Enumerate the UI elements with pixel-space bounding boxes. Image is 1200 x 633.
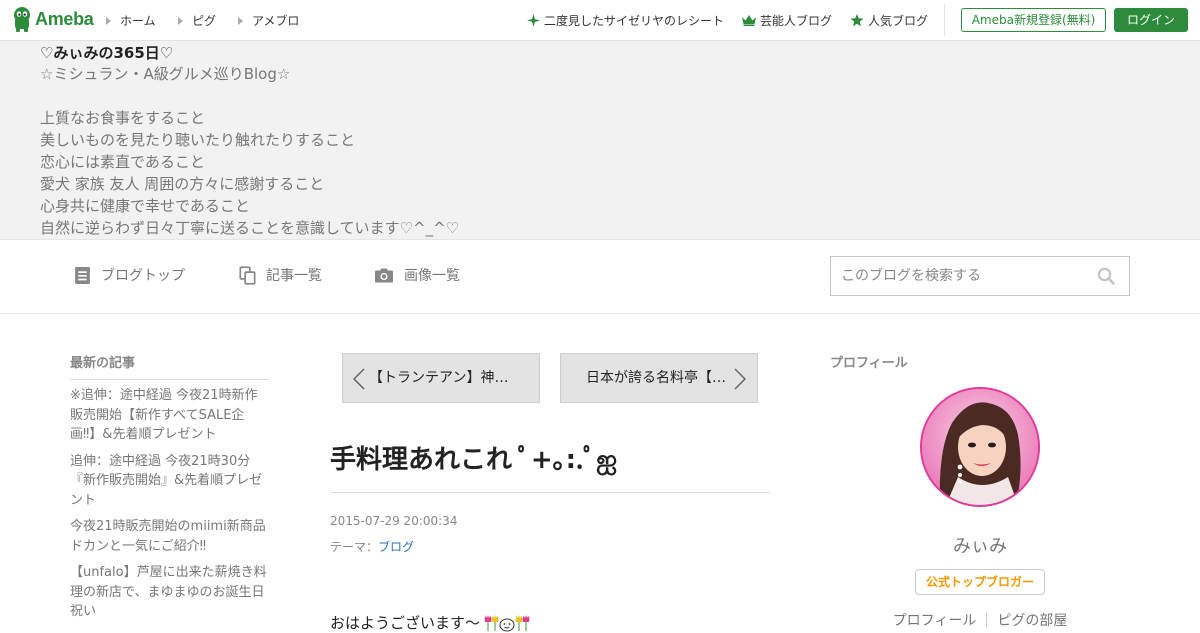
tulip-face-emoji-icon: [484, 614, 530, 631]
register-button[interactable]: Ameba新規登録(無料): [961, 8, 1106, 32]
description-line: 愛犬 家族 友人 周囲の方々に感謝すること: [40, 175, 325, 193]
description-line: [40, 85, 459, 107]
prev-entry-button[interactable]: 【トランテアン】神戸のフレンチ: [342, 353, 540, 403]
avatar-image: [922, 389, 1038, 505]
recent-entries-list: ※追伸：途中経過 今夜21時新作販売開始【新作すべてSALE企画‼︎】&先着順プ…: [70, 386, 270, 622]
pigg-room-link[interactable]: ピグの部屋: [997, 613, 1067, 629]
entry-theme-label: テーマ：: [330, 540, 379, 554]
recent-entries-heading: 最新の記事: [70, 352, 270, 380]
nav-ameblo-link[interactable]: アメブロ: [238, 12, 299, 29]
description-line: 美しいものを見たり聴いたり触れたりすること: [40, 131, 356, 149]
entry-title: 手料理あれこれ ﾟ+｡:.ﾟஐ: [330, 440, 770, 493]
header-divider: [944, 4, 945, 36]
camera-icon: [375, 268, 393, 282]
nav-entry-list-label: 記事一覧: [266, 268, 322, 284]
blog-search-input[interactable]: [831, 257, 1091, 295]
blog-header: ♡みぃみの365日♡ ☆ミシュラン・A級グルメ巡りBlog☆ 上質なお食事をする…: [0, 41, 1200, 239]
sidebar-left: 最新の記事 ※追伸：途中経過 今夜21時新作販売開始【新作すべてSALE企画‼︎…: [70, 352, 270, 622]
description-line: 上質なお食事をすること: [40, 109, 206, 127]
nav-entry-list[interactable]: 記事一覧: [239, 265, 322, 285]
crown-icon: [742, 15, 756, 26]
recent-entry-link[interactable]: ※追伸：途中経過 今夜21時新作販売開始【新作すべてSALE企画‼︎】&先着順プ…: [70, 386, 268, 445]
entry-theme-link[interactable]: ブログ: [378, 540, 414, 554]
chevron-left-icon: [353, 368, 365, 390]
nav-home-label: ホーム: [120, 14, 156, 28]
login-button[interactable]: ログイン: [1114, 8, 1188, 32]
profile-links: プロフィール ピグの部屋: [830, 610, 1130, 630]
ameba-mascot-icon: [14, 7, 30, 32]
popular-blog-link[interactable]: 人気ブログ: [850, 12, 928, 29]
trending-label: 二度見したサイゼリヤのレシート: [544, 14, 725, 28]
profile-link[interactable]: プロフィール: [893, 613, 977, 629]
official-top-blogger-badge[interactable]: 公式トップブロガー: [915, 569, 1045, 595]
recent-entry-link[interactable]: 追伸：途中経過 今夜21時30分『新作販売開始』&先着順プレゼント: [70, 452, 268, 511]
search-icon[interactable]: [1097, 267, 1115, 289]
next-entry-title: 日本が誇る名料亭【吉兆】: [586, 370, 728, 386]
nav-ameblo-label: アメブロ: [252, 14, 300, 28]
nav-blog-top[interactable]: ブログトップ: [74, 265, 185, 285]
next-entry-button[interactable]: 日本が誇る名料亭【吉兆】: [560, 353, 758, 403]
logo-text: Ameba: [35, 8, 94, 29]
triangle-right-icon: [178, 16, 183, 25]
trending-link[interactable]: 二度見したサイゼリヤのレシート: [527, 12, 724, 29]
prev-entry-title: 【トランテアン】神戸のフレンチ: [369, 370, 519, 386]
nav-blog-top-label: ブログトップ: [101, 268, 185, 284]
description-line: ☆ミシュラン・A級グルメ巡りBlog☆: [40, 65, 291, 83]
link-divider: [986, 613, 988, 627]
entry-theme: テーマ：ブログ: [330, 538, 414, 555]
popular-blog-label: 人気ブログ: [868, 14, 929, 28]
profile-name[interactable]: みぃみ: [830, 532, 1130, 558]
recent-entry-link[interactable]: 今夜21時販売開始のmiimi新商品 ドカンと一気にご紹介‼︎: [70, 517, 268, 556]
description-line: 自然に逆らわず日々丁寧に送ることを意識しています♡^_^♡: [40, 219, 460, 237]
sparkle-icon: [527, 14, 540, 27]
sidebar-right: プロフィール みぃみ 公式トップブロガー プロフィール ピグの部屋: [830, 352, 1130, 629]
ameba-logo[interactable]: Ameba: [12, 6, 94, 32]
celebrity-blog-link[interactable]: 芸能人ブログ: [742, 12, 832, 29]
nav-image-list-label: 画像一覧: [404, 268, 460, 284]
blog-search: [830, 256, 1130, 296]
description-line: 心身共に健康で幸せであること: [40, 197, 250, 215]
nav-image-list[interactable]: 画像一覧: [374, 265, 460, 285]
chevron-right-icon: [734, 368, 746, 390]
blog-title[interactable]: ♡みぃみの365日♡: [40, 42, 173, 63]
entry-date: 2015-07-29 20:00:34: [330, 514, 458, 528]
nav-pigg-label: ピグ: [192, 14, 217, 28]
description-line: 恋心には素直であること: [40, 153, 205, 171]
star-icon: [850, 14, 864, 27]
triangle-right-icon: [238, 16, 243, 25]
recent-entry-link[interactable]: 【unfalo】芦屋に出来た薪焼き料理の新店で、まゆまゆのお誕生日祝い: [70, 563, 268, 622]
copy-icon: [239, 265, 256, 285]
document-icon: [75, 266, 90, 284]
global-header: Ameba ホーム ピグ アメブロ 二度見したサイゼリヤのレシート 芸能人ブログ…: [0, 0, 1200, 41]
blog-description: ☆ミシュラン・A級グルメ巡りBlog☆ 上質なお食事をすること 美しいものを見た…: [40, 63, 459, 239]
avatar[interactable]: [920, 387, 1040, 507]
triangle-right-icon: [106, 16, 111, 25]
nav-home-link[interactable]: ホーム: [106, 12, 156, 29]
blog-nav: ブログトップ 記事一覧 画像一覧: [0, 239, 1200, 314]
nav-pigg-link[interactable]: ピグ: [178, 12, 216, 29]
celebrity-blog-label: 芸能人ブログ: [760, 14, 833, 28]
profile-heading: プロフィール: [830, 356, 908, 371]
